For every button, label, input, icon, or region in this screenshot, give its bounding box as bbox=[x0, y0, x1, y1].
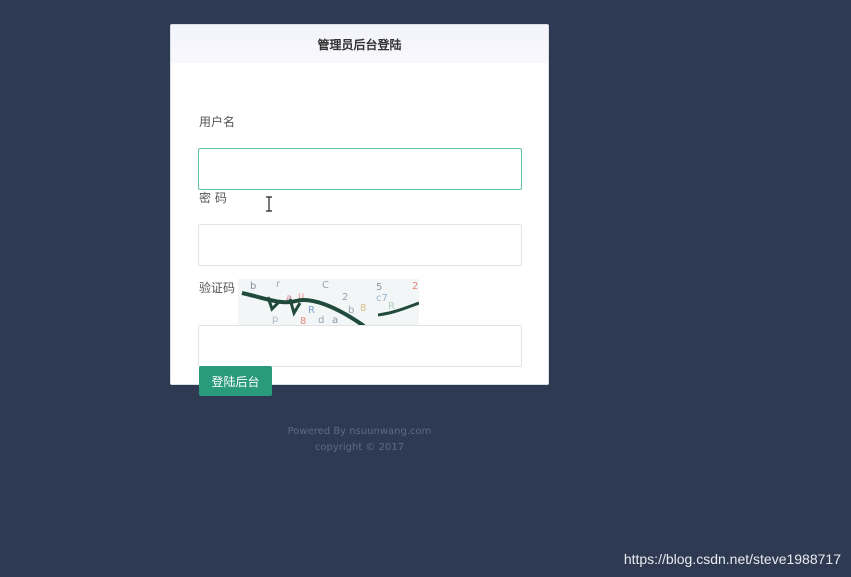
username-input[interactable] bbox=[198, 148, 522, 190]
svg-text:C: C bbox=[322, 280, 329, 291]
svg-text:R: R bbox=[308, 305, 315, 316]
svg-text:2: 2 bbox=[412, 281, 418, 292]
password-input[interactable] bbox=[198, 224, 522, 266]
login-card: 管理员后台登陆 用户名 密 码 验证码 b r C 5 2 a u 2 c7 R… bbox=[170, 24, 549, 396]
watermark-url: https://blog.csdn.net/steve1988717 bbox=[623, 551, 841, 567]
username-label: 用户名 bbox=[199, 115, 236, 129]
svg-text:2: 2 bbox=[342, 292, 348, 303]
svg-text:b: b bbox=[250, 281, 256, 292]
text-cursor-icon bbox=[266, 196, 272, 212]
captcha-image[interactable]: b r C 5 2 a u 2 c7 R b 8 R p 8 d a bbox=[238, 279, 419, 326]
svg-text:p: p bbox=[272, 314, 278, 325]
captcha-input[interactable] bbox=[198, 325, 522, 367]
copyright-text: copyright © 2017 bbox=[314, 442, 405, 453]
captcha-label: 验证码 bbox=[199, 281, 236, 295]
card-header: 管理员后台登陆 bbox=[171, 25, 548, 63]
login-submit-button[interactable]: 登陆后台 bbox=[199, 366, 272, 396]
page-title: 管理员后台登陆 bbox=[317, 37, 402, 52]
svg-text:8: 8 bbox=[360, 303, 366, 314]
password-label: 密 码 bbox=[199, 191, 227, 205]
powered-by-text: Powered By nsuunwang.com bbox=[287, 426, 432, 437]
footer: Powered By nsuunwang.com copyright © 201… bbox=[170, 424, 549, 456]
svg-text:5: 5 bbox=[376, 282, 382, 293]
page: 管理员后台登陆 用户名 密 码 验证码 b r C 5 2 a u 2 c7 R… bbox=[0, 0, 851, 577]
svg-text:c7: c7 bbox=[376, 293, 388, 304]
